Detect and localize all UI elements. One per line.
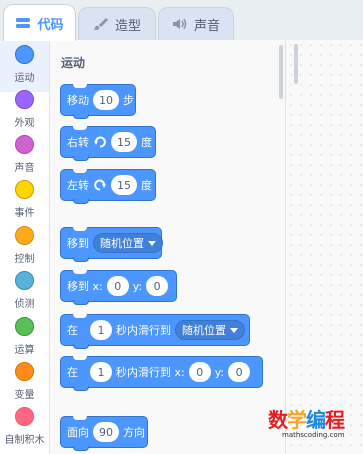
section-title: 运动 bbox=[61, 56, 86, 70]
steps-input[interactable]: 10 bbox=[93, 90, 119, 110]
degrees-input[interactable]: 15 bbox=[111, 132, 137, 152]
code-workspace[interactable] bbox=[286, 40, 363, 454]
block-text: 在 bbox=[67, 366, 78, 379]
block-text: 右转 bbox=[67, 136, 89, 149]
watermark-logo: 数学编程 mathscoding.com bbox=[268, 404, 358, 444]
block-text: 面向 bbox=[67, 426, 89, 439]
y-input[interactable]: 0 bbox=[228, 362, 251, 382]
block-text: 度 bbox=[141, 136, 152, 149]
category-label: 侦测 bbox=[14, 299, 35, 310]
category-dot bbox=[15, 180, 34, 199]
block-text: 在 bbox=[67, 324, 78, 337]
code-icon bbox=[16, 18, 31, 28]
glide-to-block[interactable]: 在 1 秒内滑行到 随机位置 bbox=[60, 314, 250, 349]
category-my-blocks[interactable]: 自制积木 bbox=[0, 402, 49, 454]
goto-xy-block[interactable]: 移到 x: 0 y: 0 bbox=[60, 270, 177, 305]
tab-sounds-label: 声音 bbox=[193, 18, 220, 34]
watermark-char: 学 bbox=[287, 408, 307, 432]
y-input[interactable]: 0 bbox=[146, 276, 169, 296]
watermark-char: 程 bbox=[325, 408, 345, 432]
category-label: 声音 bbox=[14, 163, 35, 174]
block-text: 步 bbox=[123, 94, 134, 107]
chevron-down-icon bbox=[148, 240, 156, 246]
editor-tabs: 代码 造型 声音 bbox=[0, 0, 363, 41]
block-text: 移动 bbox=[67, 94, 89, 107]
block-text: 移到 x: bbox=[67, 280, 103, 293]
block-text: 方向 bbox=[123, 426, 145, 439]
tab-sounds[interactable]: 声音 bbox=[158, 7, 234, 40]
dropdown-value: 随机位置 bbox=[182, 324, 226, 337]
watermark-char: 编 bbox=[306, 408, 326, 432]
degrees-input[interactable]: 15 bbox=[111, 175, 137, 195]
category-label: 变量 bbox=[14, 390, 35, 401]
category-dot bbox=[15, 271, 34, 290]
chevron-down-icon bbox=[230, 327, 238, 333]
category-dot bbox=[15, 407, 34, 426]
dropdown-value: 随机位置 bbox=[100, 237, 144, 250]
brush-icon bbox=[93, 18, 108, 30]
category-label: 外观 bbox=[14, 118, 35, 129]
block-text: y: bbox=[214, 365, 225, 379]
move-steps-block[interactable]: 移动 10 步 bbox=[60, 84, 136, 119]
block-text: 度 bbox=[141, 179, 152, 192]
speaker-icon bbox=[172, 18, 187, 30]
tab-costumes-label: 造型 bbox=[114, 18, 141, 34]
block-text: y: bbox=[132, 279, 143, 293]
category-dot bbox=[15, 362, 34, 381]
category-label: 运动 bbox=[14, 73, 35, 84]
watermark-url: mathscoding.com bbox=[282, 431, 345, 439]
x-input[interactable]: 0 bbox=[188, 362, 211, 382]
category-menu: 运动 外观 声音 事件 控制 侦测 运算 变量 自制积木 bbox=[0, 40, 50, 454]
rotate-clockwise-icon bbox=[94, 136, 106, 148]
tab-code-label: 代码 bbox=[37, 17, 64, 33]
glide-target-dropdown[interactable]: 随机位置 bbox=[175, 320, 245, 340]
category-dot bbox=[15, 90, 34, 109]
block-text: 左转 bbox=[67, 179, 89, 192]
category-dot bbox=[15, 45, 34, 64]
glide-xy-block[interactable]: 在 1 秒内滑行到 x: 0 y: 0 bbox=[60, 356, 263, 391]
category-label: 运算 bbox=[14, 345, 35, 356]
workspace-scrollbar[interactable] bbox=[294, 44, 298, 84]
watermark-title: 数学编程 bbox=[268, 404, 345, 433]
turn-left-block[interactable]: 左转 15 度 bbox=[60, 169, 156, 204]
block-text: 秒内滑行到 x: bbox=[116, 366, 185, 379]
seconds-input[interactable]: 1 bbox=[90, 320, 112, 340]
tab-costumes[interactable]: 造型 bbox=[78, 7, 156, 40]
goto-block[interactable]: 移到 随机位置 bbox=[60, 227, 163, 262]
block-palette: 运动 移动 10 步 右转 15 度 左转 15 度 移到 随机位置 移到 x:… bbox=[50, 40, 286, 454]
seconds-input[interactable]: 1 bbox=[90, 362, 112, 382]
block-text: 移到 bbox=[67, 237, 89, 250]
category-dot bbox=[15, 135, 34, 154]
category-dot bbox=[15, 226, 34, 245]
category-events[interactable]: 事件 bbox=[0, 175, 49, 227]
category-label: 自制积木 bbox=[4, 435, 45, 446]
tab-code[interactable]: 代码 bbox=[3, 4, 76, 41]
category-sensing[interactable]: 侦测 bbox=[0, 266, 49, 318]
category-dot bbox=[15, 317, 34, 336]
palette-scrollbar[interactable] bbox=[279, 45, 283, 99]
rotate-counterclockwise-icon bbox=[94, 179, 106, 191]
direction-input[interactable]: 90 bbox=[93, 422, 119, 442]
goto-target-dropdown[interactable]: 随机位置 bbox=[93, 233, 163, 253]
watermark-char: 数 bbox=[268, 408, 288, 432]
block-text: 秒内滑行到 bbox=[116, 324, 171, 337]
category-label: 事件 bbox=[14, 208, 35, 219]
x-input[interactable]: 0 bbox=[106, 276, 129, 296]
category-label: 控制 bbox=[14, 254, 35, 265]
turn-right-block[interactable]: 右转 15 度 bbox=[60, 126, 156, 161]
point-direction-block[interactable]: 面向 90 方向 bbox=[60, 416, 148, 451]
